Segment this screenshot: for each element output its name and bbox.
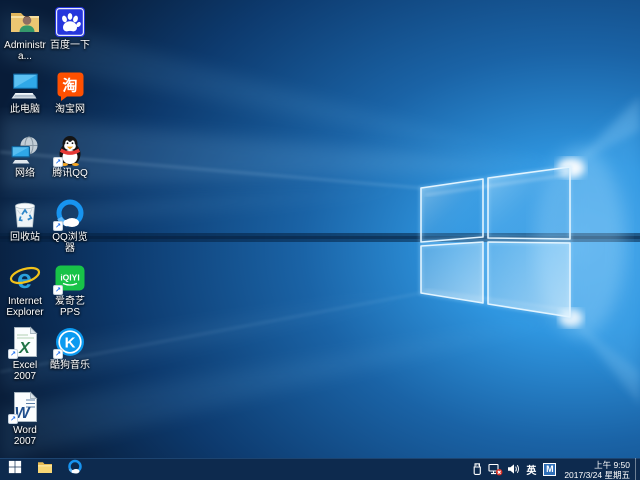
desktop-icon-internet-explorer[interactable]: e Internet Explorer <box>3 262 47 318</box>
desktop-icon-tencent-qq[interactable]: ↗腾讯QQ <box>48 134 92 179</box>
network-disconnected-icon[interactable] <box>487 461 503 477</box>
desktop-icon-taobao[interactable]: 淘 淘宝网 <box>48 70 92 115</box>
shortcut-arrow-icon: ↗ <box>53 157 63 167</box>
this-pc-icon <box>9 70 41 102</box>
desktop-area[interactable]: Administra... 百度一下 此电脑 淘 淘宝网 网络 <box>0 0 640 458</box>
ime-language-indicator[interactable]: 英 <box>523 461 539 477</box>
icon-label: 爱奇艺PPS <box>48 296 92 318</box>
taskbar: 英 M 上午 9:50 2017/3/24 星期五 <box>0 458 640 480</box>
icon-label: Administra... <box>3 40 47 62</box>
icon-label: 腾讯QQ <box>48 168 92 179</box>
taskbar-qq-browser-button[interactable] <box>60 458 90 480</box>
qq-browser-icon <box>67 459 83 480</box>
shortcut-arrow-icon: ↗ <box>53 285 63 295</box>
icon-label: 网络 <box>3 168 47 179</box>
windows-logo-icon <box>8 460 22 479</box>
shortcut-arrow-icon: ↗ <box>53 349 63 359</box>
network-icon <box>9 134 41 166</box>
desktop-icon-kugou-music[interactable]: K ↗酷狗音乐 <box>48 326 92 371</box>
clock-time: 上午 9:50 <box>564 460 630 470</box>
taobao-icon: 淘 <box>54 70 86 102</box>
shortcut-arrow-icon: ↗ <box>8 414 18 424</box>
iqiyi-pps-icon: iQIYI ↗ <box>54 262 86 294</box>
desktop-icon-administrator[interactable]: Administra... <box>3 6 47 62</box>
desktop-icon-qq-browser[interactable]: ↗QQ浏览器 <box>48 198 92 254</box>
kugou-music-icon: K ↗ <box>54 326 86 358</box>
icon-label: 此电脑 <box>3 104 47 115</box>
desktop-icon-network[interactable]: 网络 <box>3 134 47 179</box>
volume-icon[interactable] <box>505 461 521 477</box>
ime-mode-badge[interactable]: M <box>543 463 556 476</box>
clock-date: 2017/3/24 星期五 <box>564 470 630 480</box>
desktop-icon-recycle-bin[interactable]: 回收站 <box>3 198 47 243</box>
desktop-icon-word-2007[interactable]: W ↗Word 2007 <box>3 391 47 447</box>
svg-text:X: X <box>18 340 31 357</box>
desktop-icon-iqiyi-pps[interactable]: iQIYI ↗爱奇艺PPS <box>48 262 92 318</box>
taskbar-file-explorer-button[interactable] <box>30 458 60 480</box>
icon-label: 酷狗音乐 <box>48 360 92 371</box>
windows-desktop: { "desktop": { "icons": [ {"id":"adminis… <box>0 0 640 480</box>
wallpaper-windows-hero <box>0 0 640 458</box>
icon-label: Word 2007 <box>3 425 47 447</box>
shortcut-arrow-icon: ↗ <box>53 221 63 231</box>
administrator-icon <box>9 6 41 38</box>
usb-device-icon[interactable] <box>469 461 485 477</box>
icon-label: 回收站 <box>3 232 47 243</box>
svg-text:淘: 淘 <box>61 77 77 95</box>
taskbar-clock[interactable]: 上午 9:50 2017/3/24 星期五 <box>559 459 635 480</box>
show-desktop-button[interactable] <box>635 458 640 480</box>
tencent-qq-icon: ↗ <box>54 134 86 166</box>
baidu-icon <box>54 6 86 38</box>
svg-text:iQIYI: iQIYI <box>60 273 79 283</box>
word-2007-icon: W ↗ <box>9 391 41 423</box>
desktop-icon-excel-2007[interactable]: X ↗Excel 2007 <box>3 326 47 382</box>
start-button[interactable] <box>0 458 30 480</box>
desktop-icon-this-pc[interactable]: 此电脑 <box>3 70 47 115</box>
recycle-bin-icon <box>9 198 41 230</box>
internet-explorer-icon: e <box>9 262 41 294</box>
file-explorer-icon <box>37 460 53 479</box>
icon-label: QQ浏览器 <box>48 232 92 254</box>
excel-2007-icon: X ↗ <box>9 326 41 358</box>
icon-label: Excel 2007 <box>3 360 47 382</box>
desktop-icon-baidu[interactable]: 百度一下 <box>48 6 92 51</box>
icon-label: 百度一下 <box>48 40 92 51</box>
shortcut-arrow-icon: ↗ <box>8 349 18 359</box>
qq-browser-icon: ↗ <box>54 198 86 230</box>
svg-text:K: K <box>65 335 76 352</box>
icon-label: Internet Explorer <box>3 296 47 318</box>
icon-label: 淘宝网 <box>48 104 92 115</box>
system-tray: 英 M 上午 9:50 2017/3/24 星期五 <box>468 458 640 480</box>
